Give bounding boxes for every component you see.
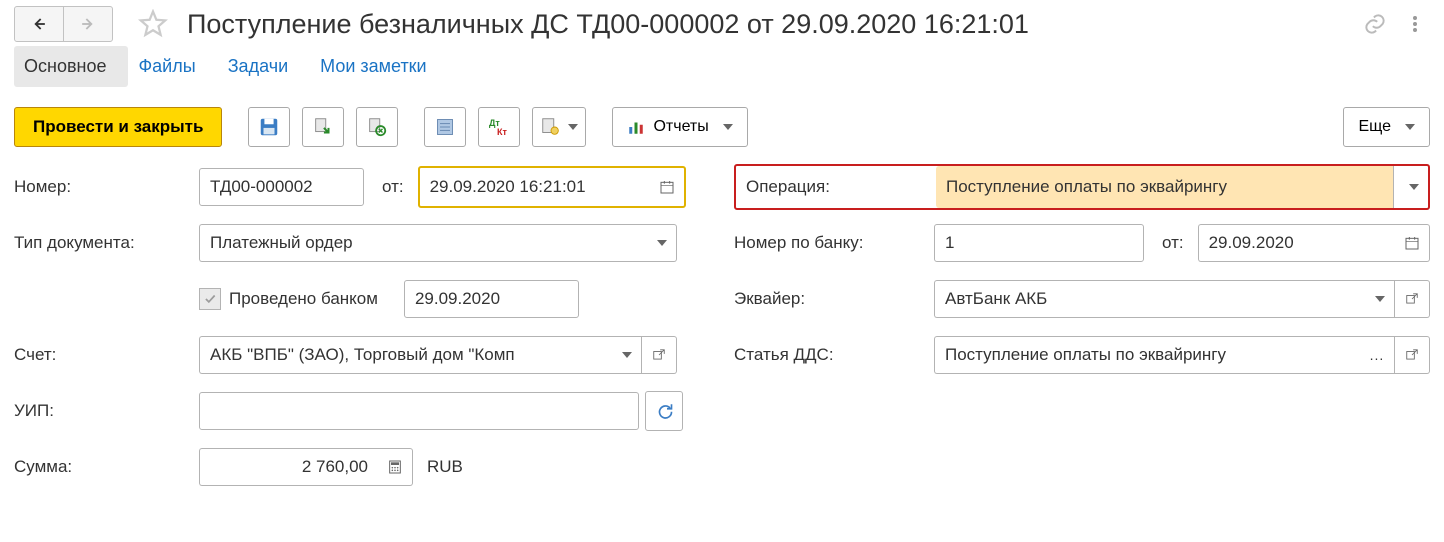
svg-text:Кт: Кт <box>497 127 507 137</box>
nav-back-button[interactable] <box>14 6 64 42</box>
bankdate-input[interactable]: 29.09.2020 <box>1198 224 1395 262</box>
nav-forward-button[interactable] <box>63 6 113 42</box>
more-label: Еще <box>1358 118 1391 136</box>
dds-select[interactable]: Поступление оплаты по эквайрингу <box>934 336 1360 374</box>
calculator-icon <box>387 459 403 475</box>
bank-processed-label: Проведено банком <box>229 289 378 309</box>
submit-and-close-button[interactable]: Провести и закрыть <box>14 107 222 147</box>
acquirer-label: Эквайер: <box>734 289 934 309</box>
bankdate-calendar-button[interactable] <box>1395 224 1430 262</box>
reports-button[interactable]: Отчеты <box>612 107 747 147</box>
uip-refresh-button[interactable] <box>645 391 683 431</box>
operation-label: Операция: <box>736 177 936 197</box>
chart-icon <box>627 118 645 136</box>
bank-processed-checkbox[interactable] <box>199 288 221 310</box>
more-button[interactable]: Еще <box>1343 107 1430 147</box>
chevron-down-icon <box>1375 296 1385 302</box>
chevron-down-icon <box>1405 124 1415 130</box>
list-button[interactable] <box>424 107 466 147</box>
dds-label: Статья ДДС: <box>734 345 934 365</box>
acquirer-dropdown-button[interactable] <box>1360 280 1395 318</box>
favorite-button[interactable] <box>135 6 171 42</box>
dtkt-button[interactable]: ДтКт <box>478 107 520 147</box>
link-button[interactable] <box>1360 9 1390 39</box>
chevron-down-icon <box>622 352 632 358</box>
save-button[interactable] <box>248 107 290 147</box>
currency-label: RUB <box>427 457 463 477</box>
chevron-down-icon <box>657 240 667 246</box>
calendar-icon <box>1404 235 1420 251</box>
post-icon <box>312 116 334 138</box>
banknum-input[interactable]: 1 <box>934 224 1144 262</box>
list-icon <box>435 117 455 137</box>
date-input[interactable]: 29.09.2020 16:21:01 <box>420 168 650 206</box>
save-icon <box>258 116 280 138</box>
create-based-icon <box>540 116 562 138</box>
dtkt-icon: ДтКт <box>487 117 511 137</box>
sum-calc-button[interactable] <box>378 448 413 486</box>
open-icon <box>652 348 666 362</box>
bank-processed-date[interactable]: 29.09.2020 <box>404 280 579 318</box>
operation-dropdown-button[interactable] <box>1393 166 1428 208</box>
arrow-left-icon <box>29 14 49 34</box>
tab-tasks[interactable]: Задачи <box>218 46 310 87</box>
tab-main[interactable]: Основное <box>14 46 128 87</box>
open-icon <box>1405 292 1419 306</box>
reports-label: Отчеты <box>653 118 708 136</box>
sum-input[interactable]: 2 760,00 <box>199 448 378 486</box>
dds-ellipsis-button[interactable]: ... <box>1360 336 1395 374</box>
acquirer-open-button[interactable] <box>1395 280 1430 318</box>
sum-label: Сумма: <box>14 457 199 477</box>
open-icon <box>1405 348 1419 362</box>
chevron-down-icon <box>723 124 733 130</box>
from-label: от: <box>382 177 404 197</box>
arrow-right-icon <box>78 14 98 34</box>
date-group: 29.09.2020 16:21:01 <box>418 166 686 208</box>
refresh-icon <box>655 402 673 420</box>
settings-dropdown-button[interactable] <box>532 107 586 147</box>
uip-input[interactable] <box>199 392 639 430</box>
doctype-select[interactable]: Платежный ордер <box>199 224 642 262</box>
operation-highlight: Операция: Поступление оплаты по эквайрин… <box>734 164 1430 210</box>
unpost-button[interactable] <box>356 107 398 147</box>
check-icon <box>203 292 217 306</box>
tab-files[interactable]: Файлы <box>128 46 217 87</box>
banknum-label: Номер по банку: <box>734 233 934 253</box>
bankdate-from-label: от: <box>1162 233 1184 253</box>
account-dropdown-button[interactable] <box>607 336 642 374</box>
calendar-icon <box>659 179 675 195</box>
account-label: Счет: <box>14 345 199 365</box>
chevron-down-icon <box>1409 184 1419 190</box>
link-icon <box>1362 11 1388 37</box>
menu-button[interactable] <box>1400 9 1430 39</box>
calendar-button[interactable] <box>650 168 684 206</box>
doctype-dropdown-button[interactable] <box>642 224 677 262</box>
doctype-label: Тип документа: <box>14 233 199 253</box>
repost-icon <box>366 116 388 138</box>
acquirer-select[interactable]: АвтБанк АКБ <box>934 280 1360 318</box>
tab-notes[interactable]: Мои заметки <box>310 46 449 87</box>
number-label: Номер: <box>14 177 199 197</box>
uip-label: УИП: <box>14 401 199 421</box>
star-icon <box>138 9 168 39</box>
chevron-down-icon <box>568 124 578 130</box>
operation-select[interactable]: Поступление оплаты по эквайрингу <box>936 166 1393 208</box>
account-select[interactable]: АКБ "ВПБ" (ЗАО), Торговый дом "Комп <box>199 336 607 374</box>
page-title: Поступление безналичных ДС ТД00-000002 о… <box>187 9 1350 40</box>
post-button[interactable] <box>302 107 344 147</box>
dds-open-button[interactable] <box>1395 336 1430 374</box>
number-input[interactable]: ТД00-000002 <box>199 168 364 206</box>
account-open-button[interactable] <box>642 336 677 374</box>
kebab-icon <box>1406 15 1424 33</box>
